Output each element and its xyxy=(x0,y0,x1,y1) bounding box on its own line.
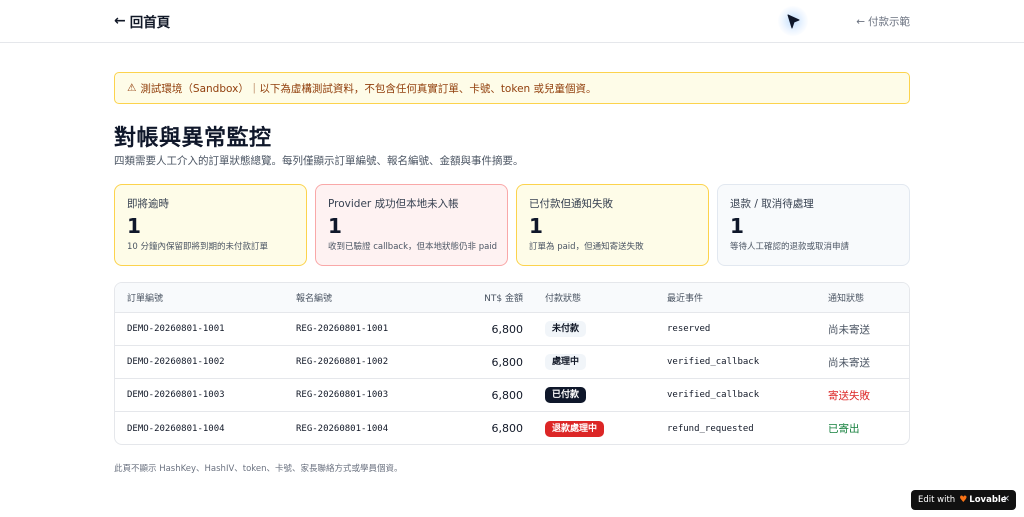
lovable-prefix: Edit with xyxy=(918,495,956,505)
table-row[interactable]: DEMO-20260801-1002 REG-20260801-1002 6,8… xyxy=(115,346,909,379)
order-id: DEMO-20260801-1003 xyxy=(127,390,225,400)
card-description: 等待人工確認的退款或取消申請 xyxy=(730,242,850,252)
notify-status: 寄送失敗 xyxy=(828,389,870,402)
table-row[interactable]: DEMO-20260801-1004 REG-20260801-1004 6,8… xyxy=(115,412,909,444)
card-count: 1 xyxy=(328,214,342,238)
amount: 6,800 xyxy=(491,355,524,369)
order-id: DEMO-20260801-1004 xyxy=(127,423,225,434)
card-title: 即將逾時 xyxy=(127,198,169,210)
latest-event: verified_callback xyxy=(667,357,760,367)
column-header-amount: NT$ 金額 xyxy=(484,294,523,304)
latest-event: refund_requested xyxy=(667,423,754,434)
payment-status-badge: 已付款 xyxy=(545,387,587,403)
top-header: ← 回首頁 ← 付款示範 xyxy=(0,0,1024,43)
column-header-order: 訂單編號 xyxy=(127,294,164,304)
table-row[interactable]: DEMO-20260801-1001 REG-20260801-1001 6,8… xyxy=(115,313,909,346)
arrow-left-icon: ← xyxy=(856,15,865,28)
table-header: 訂單編號 報名編號 NT$ 金額 付款狀態 最近事件 通知狀態 xyxy=(115,283,909,313)
card-count: 1 xyxy=(730,214,744,238)
card-title: 退款 / 取消待處理 xyxy=(730,198,814,210)
notify-status: 尚未寄送 xyxy=(828,356,870,369)
summary-card-notify-failed[interactable]: 已付款但通知失敗 1 訂單為 paid，但通知寄送失敗 xyxy=(516,184,709,266)
registration-id: REG-20260801-1004 xyxy=(296,423,389,434)
amount: 6,800 xyxy=(491,322,524,336)
summary-card-provider-unbooked[interactable]: Provider 成功但本地未入帳 1 收到已驗證 callback，但本地狀態… xyxy=(315,184,508,266)
registration-id: REG-20260801-1002 xyxy=(296,357,389,367)
registration-id: REG-20260801-1001 xyxy=(296,324,389,334)
back-home-link[interactable]: ← 回首頁 xyxy=(114,12,171,31)
mouse-pointer-icon xyxy=(787,14,800,29)
payment-status-badge: 退款處理中 xyxy=(545,420,605,437)
edit-with-lovable-badge[interactable]: Edit with ♥ Lovable × xyxy=(911,490,1016,510)
amount: 6,800 xyxy=(491,388,524,402)
order-id: DEMO-20260801-1001 xyxy=(127,324,225,334)
pay-demo-link[interactable]: ← 付款示範 xyxy=(856,14,910,29)
sandbox-banner: ⚠ 測試環境（Sandbox）｜以下為虛構測試資料，不包含任何真實訂單、卡號、t… xyxy=(114,72,910,104)
summary-card-expiring[interactable]: 即將逾時 1 10 分鐘內保留即將到期的未付款訂單 xyxy=(114,184,307,266)
order-id: DEMO-20260801-1002 xyxy=(127,357,225,367)
heart-icon: ♥ xyxy=(959,495,968,505)
notify-status: 已寄出 xyxy=(828,423,860,435)
lovable-brand: Lovable xyxy=(969,495,1007,505)
card-count: 1 xyxy=(529,214,543,238)
column-header-registration: 報名編號 xyxy=(296,294,333,304)
payment-status-badge: 處理中 xyxy=(545,354,587,370)
table-row[interactable]: DEMO-20260801-1003 REG-20260801-1003 6,8… xyxy=(115,379,909,412)
column-header-event: 最近事件 xyxy=(667,294,704,304)
card-title: Provider 成功但本地未入帳 xyxy=(328,198,459,210)
orders-table: 訂單編號 報名編號 NT$ 金額 付款狀態 最近事件 通知狀態 DEMO-202… xyxy=(114,282,910,445)
page-subtitle: 四類需要人工介入的訂單狀態總覽。每列僅顯示訂單編號、報名編號、金額與事件摘要。 xyxy=(114,155,524,167)
back-home-label: 回首頁 xyxy=(129,15,171,31)
card-description: 訂單為 paid，但通知寄送失敗 xyxy=(529,242,644,252)
notify-status: 尚未寄送 xyxy=(828,323,870,336)
card-description: 10 分鐘內保留即將到期的未付款訂單 xyxy=(127,242,269,252)
latest-event: reserved xyxy=(667,324,711,334)
amount: 6,800 xyxy=(491,422,524,435)
arrow-left-icon: ← xyxy=(114,13,126,29)
payment-status-badge: 未付款 xyxy=(545,321,587,337)
card-count: 1 xyxy=(127,214,141,238)
card-title: 已付款但通知失敗 xyxy=(529,198,613,210)
page-title: 對帳與異常監控 xyxy=(114,126,272,151)
card-description: 收到已驗證 callback，但本地狀態仍非 paid xyxy=(328,242,498,252)
close-icon[interactable]: × xyxy=(1002,494,1010,504)
sandbox-banner-text: 測試環境（Sandbox）｜以下為虛構測試資料，不包含任何真實訂單、卡號、tok… xyxy=(140,82,597,95)
latest-event: verified_callback xyxy=(667,390,760,400)
column-header-notify-status: 通知狀態 xyxy=(828,294,865,304)
column-header-payment-status: 付款狀態 xyxy=(545,294,582,304)
privacy-footer-note: 此頁不顯示 HashKey、HashIV、token、卡號、家長聯絡方式或學員個… xyxy=(114,464,403,474)
registration-id: REG-20260801-1003 xyxy=(296,390,389,400)
pay-demo-label: 付款示範 xyxy=(868,16,910,28)
warning-icon: ⚠ xyxy=(127,82,137,94)
summary-card-refund-pending[interactable]: 退款 / 取消待處理 1 等待人工確認的退款或取消申請 xyxy=(717,184,910,266)
